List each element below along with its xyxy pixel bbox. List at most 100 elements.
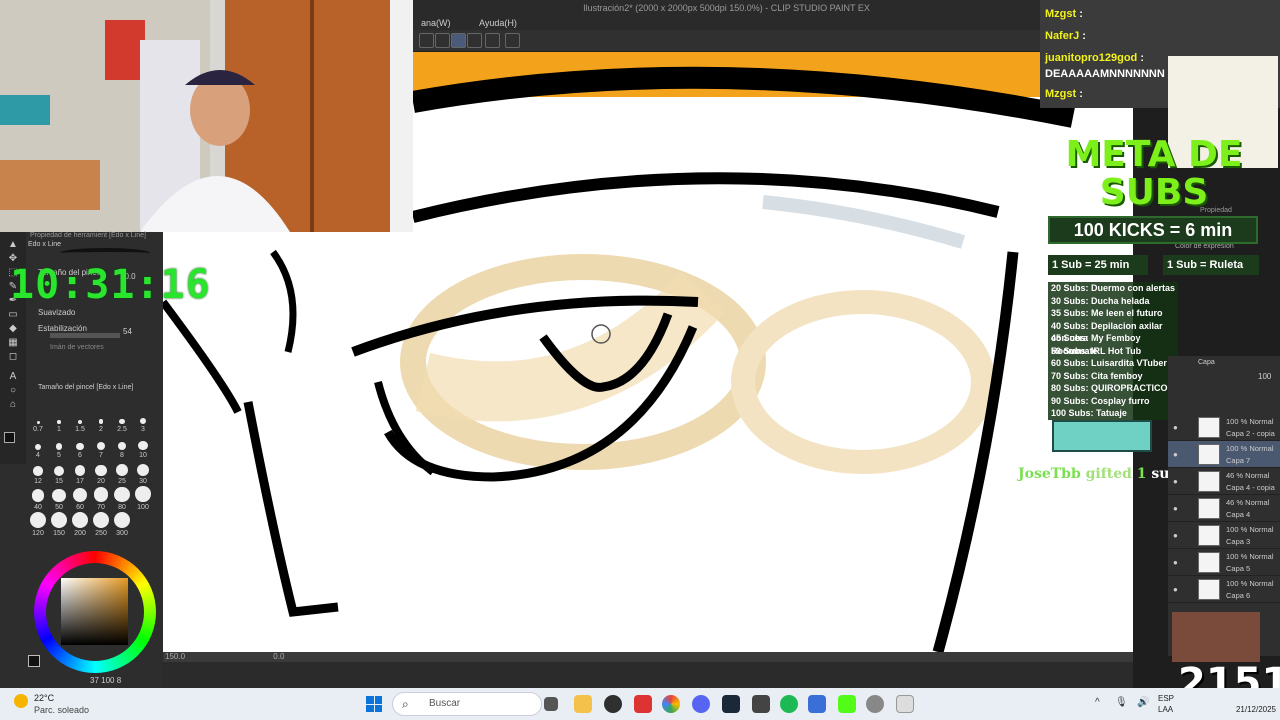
brush-size-option[interactable]: 3 [133, 408, 153, 434]
brush-size-option[interactable]: 5 [49, 434, 69, 460]
weather-temperature[interactable]: 22°C [34, 693, 54, 703]
language-indicator[interactable]: ESP LAA [1158, 693, 1174, 715]
layer-thumbnail [1198, 444, 1220, 465]
brush-size-option[interactable]: 100 [133, 486, 153, 512]
stabilization-slider[interactable] [50, 333, 120, 338]
kick-icon[interactable] [838, 695, 856, 713]
visibility-eye-icon[interactable]: ● [1173, 585, 1178, 594]
microphone-icon[interactable]: 🎙 [1115, 697, 1128, 708]
text-tool-icon[interactable]: A [7, 372, 19, 382]
brush-size-option[interactable]: 50 [49, 486, 69, 512]
brush-size-option[interactable]: 15 [49, 460, 69, 486]
clip-studio-icon[interactable] [896, 695, 914, 713]
app-icon[interactable] [808, 695, 826, 713]
layer-row[interactable]: ● 46 % Normal Capa 4 [1168, 495, 1280, 522]
app-icon[interactable] [604, 695, 622, 713]
layer-row[interactable]: ● 100 % Normal Capa 3 [1168, 522, 1280, 549]
layer-row[interactable]: ● 46 % Normal Capa 4 - copia [1168, 468, 1280, 495]
brush-size-option[interactable]: 12 [28, 460, 48, 486]
brush-size-option[interactable]: 10 [133, 434, 153, 460]
menu-window[interactable]: ana(W) [421, 18, 451, 28]
layers-title: Capa [1198, 359, 1215, 366]
brush-size-label: 70 [97, 503, 105, 511]
visibility-eye-icon[interactable]: ● [1173, 531, 1178, 540]
brush-tool-icon[interactable] [467, 33, 482, 48]
zoom-value[interactable]: 150.0 [165, 652, 185, 661]
layer-row[interactable]: ● 100 % Normal Capa 6 [1168, 576, 1280, 603]
taskbar-search[interactable]: Buscar [392, 692, 542, 716]
chrome-icon[interactable] [662, 695, 680, 713]
toolbar-icon[interactable] [419, 33, 434, 48]
layer-mode: 46 % Normal [1226, 498, 1270, 507]
discord-icon[interactable] [692, 695, 710, 713]
layer-name: Capa 6 [1226, 591, 1251, 600]
visibility-eye-icon[interactable]: ● [1173, 477, 1178, 486]
brush-size-option[interactable]: 4 [28, 434, 48, 460]
main-color-swatch[interactable] [28, 655, 40, 667]
brush-size-option[interactable]: 300 [112, 512, 132, 538]
app-icon[interactable] [634, 695, 652, 713]
brush-size-dot [36, 421, 40, 424]
app-icon[interactable] [866, 695, 884, 713]
brush-size-option[interactable]: 1 [49, 408, 69, 434]
balloon-icon[interactable]: ○ [7, 386, 19, 396]
speaker-icon[interactable]: 🔊 [1137, 697, 1149, 708]
stabilization-value[interactable]: 54 [123, 327, 132, 336]
brush-size-option[interactable]: 1.5 [70, 408, 90, 434]
color-saturation-square[interactable] [61, 578, 128, 645]
brush-size-option[interactable]: 20 [91, 460, 111, 486]
help-icon[interactable] [505, 33, 520, 48]
brush-size-option[interactable]: 120 [28, 512, 48, 538]
start-button[interactable] [366, 696, 382, 712]
visibility-eye-icon[interactable]: ● [1173, 504, 1178, 513]
pencil-icon[interactable] [485, 33, 500, 48]
brush-size-option[interactable]: 250 [91, 512, 111, 538]
layer-row[interactable]: ● 100 % Normal Capa 5 [1168, 549, 1280, 576]
brush-size-option[interactable]: 0.7 [28, 408, 48, 434]
fill-icon[interactable]: ◆ [7, 324, 19, 334]
spotify-icon[interactable] [780, 695, 798, 713]
taskbar-clock[interactable]: 21/12/2025 [1224, 693, 1276, 715]
brush-size-option[interactable]: 150 [49, 512, 69, 538]
weather-description[interactable]: Parc. soleado [34, 705, 89, 715]
brush-size-option[interactable]: 60 [70, 486, 90, 512]
brush-size-option[interactable]: 8 [112, 434, 132, 460]
toolbar-icon[interactable] [435, 33, 450, 48]
menu-help[interactable]: Ayuda(H) [479, 18, 517, 28]
visibility-eye-icon[interactable]: ● [1173, 450, 1178, 459]
eraser-icon[interactable]: ▭ [7, 310, 19, 320]
brush-size-dot [95, 464, 107, 476]
steam-icon[interactable] [722, 695, 740, 713]
file-explorer-icon[interactable] [574, 695, 592, 713]
visibility-eye-icon[interactable]: ● [1173, 558, 1178, 567]
brush-size-option[interactable]: 80 [112, 486, 132, 512]
rotation-value[interactable]: 0.0 [273, 652, 284, 661]
brush-size-option[interactable]: 6 [70, 434, 90, 460]
brush-size-option[interactable]: 40 [28, 486, 48, 512]
gradient-icon[interactable]: ▦ [7, 338, 19, 348]
brush-size-option[interactable]: 30 [133, 460, 153, 486]
weather-icon[interactable] [14, 694, 28, 708]
figure-icon[interactable]: ◻ [7, 352, 19, 362]
cursor-tool-icon[interactable]: ▲ [7, 240, 19, 250]
brush-size-label: 4 [36, 451, 40, 459]
app-icon[interactable] [752, 695, 770, 713]
brush-size-label: 300 [116, 530, 128, 537]
pen-tool-icon[interactable] [451, 33, 466, 48]
layer-row[interactable]: ● 100 % Normal Capa 7 [1168, 441, 1280, 468]
brush-size-option[interactable]: 70 [91, 486, 111, 512]
brush-size-option[interactable]: 7 [91, 434, 111, 460]
brush-size-option[interactable]: 200 [70, 512, 90, 538]
layer-opacity[interactable]: 100 [1258, 372, 1271, 381]
brush-size-option[interactable]: 2 [91, 408, 111, 434]
brush-size-option[interactable]: 2.5 [112, 408, 132, 434]
correction-icon[interactable]: ⌂ [7, 400, 19, 410]
main-color-swatch[interactable] [4, 432, 15, 443]
tray-chevron-icon[interactable]: ^ [1095, 697, 1100, 708]
brush-size-option[interactable]: 17 [70, 460, 90, 486]
layer-row[interactable]: ● 100 % Normal Capa 2 - copia [1168, 414, 1280, 441]
sub-goal-item: 35 Subs: Me leen el futuro [1051, 308, 1163, 318]
brush-size-option[interactable]: 25 [112, 460, 132, 486]
visibility-eye-icon[interactable]: ● [1173, 423, 1178, 432]
task-view-icon[interactable] [544, 697, 558, 711]
